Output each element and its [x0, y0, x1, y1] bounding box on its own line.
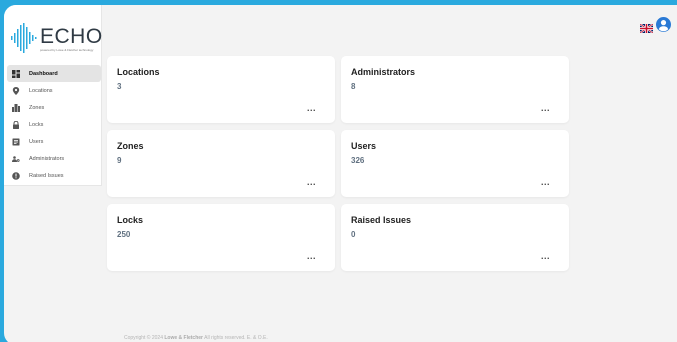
- sidebar-item-dashboard[interactable]: Dashboard: [7, 65, 101, 82]
- sidebar-item-locks[interactable]: Locks: [7, 116, 101, 133]
- sidebar-item-label: Locations: [29, 87, 53, 94]
- footer-company-link[interactable]: Lowe & Fletcher: [164, 335, 203, 341]
- uk-flag-icon[interactable]: [639, 20, 654, 34]
- sidebar-item-label: Users: [29, 138, 44, 145]
- users-gear-icon: [12, 155, 20, 163]
- stat-card-locations[interactable]: Locations 3 ...: [107, 56, 335, 123]
- stat-card-locks[interactable]: Locks 250 ...: [107, 204, 335, 271]
- card-title: Zones: [117, 141, 144, 151]
- sidebar-item-label: Dashboard: [29, 70, 58, 77]
- card-title: Locations: [117, 67, 160, 77]
- sidebar-item-administrators[interactable]: Administrators: [7, 150, 101, 167]
- footer-rights: All rights reserved. E. & O.E.: [204, 335, 268, 341]
- card-title: Locks: [117, 215, 144, 225]
- card-more-menu-icon[interactable]: ...: [541, 251, 550, 261]
- dashboard-icon: [12, 69, 20, 78]
- sidebar-item-label: Locks: [29, 121, 44, 128]
- location-pin-icon: [12, 86, 20, 95]
- echo-logo[interactable]: ECHO powered by Lowe & Fletcher technolo…: [10, 23, 102, 57]
- stat-card-raised-issues[interactable]: Raised Issues 0 ...: [341, 204, 569, 271]
- topbar-actions: [639, 17, 671, 34]
- stat-card-users[interactable]: Users 326 ...: [341, 130, 569, 197]
- building-icon: [12, 103, 20, 112]
- card-more-menu-icon[interactable]: ...: [307, 103, 316, 113]
- sidebar-nav: Dashboard Locations Zones Locks Users Ad…: [7, 65, 101, 184]
- card-value: 9: [117, 156, 122, 165]
- card-title: Raised Issues: [351, 215, 412, 225]
- footer-copyright: Copyright © 2024: [124, 335, 163, 341]
- app-window: ECHO powered by Lowe & Fletcher technolo…: [4, 5, 677, 342]
- sidebar-item-label: Zones: [29, 104, 45, 111]
- card-value: 250: [117, 230, 131, 239]
- card-title: Users: [351, 141, 377, 151]
- footer: Copyright © 2024 Lowe & Fletcher All rig…: [124, 335, 268, 341]
- sidebar-item-label: Administrators: [29, 155, 65, 162]
- card-more-menu-icon[interactable]: ...: [307, 251, 316, 261]
- sidebar-item-locations[interactable]: Locations: [7, 82, 101, 99]
- card-value: 0: [351, 230, 356, 239]
- user-circle-icon[interactable]: [656, 17, 671, 32]
- stat-card-administrators[interactable]: Administrators 8 ...: [341, 56, 569, 123]
- sidebar: ECHO powered by Lowe & Fletcher technolo…: [4, 5, 102, 186]
- card-more-menu-icon[interactable]: ...: [307, 177, 316, 187]
- logo-text: ECHO: [40, 25, 103, 48]
- alert-icon: [12, 171, 20, 180]
- card-value: 3: [117, 82, 122, 91]
- card-title: Administrators: [351, 67, 416, 77]
- id-card-icon: [12, 138, 20, 146]
- sidebar-item-raised-issues[interactable]: Raised Issues: [7, 167, 101, 184]
- sidebar-item-label: Raised Issues: [29, 172, 64, 179]
- lock-icon: [12, 120, 20, 129]
- soundwave-logo-icon: [11, 23, 37, 53]
- card-more-menu-icon[interactable]: ...: [541, 103, 550, 113]
- sidebar-item-zones[interactable]: Zones: [7, 99, 101, 116]
- sidebar-item-users[interactable]: Users: [7, 133, 101, 150]
- card-more-menu-icon[interactable]: ...: [541, 177, 550, 187]
- stat-card-zones[interactable]: Zones 9 ...: [107, 130, 335, 197]
- card-value: 326: [351, 156, 365, 165]
- logo-tagline: powered by Lowe & Fletcher technology: [40, 48, 94, 52]
- card-value: 8: [351, 82, 356, 91]
